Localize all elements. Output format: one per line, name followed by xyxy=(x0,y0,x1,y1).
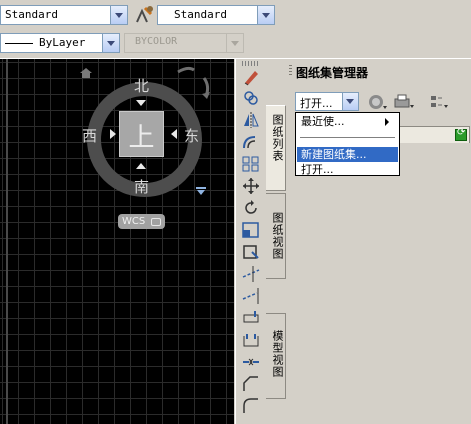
menu-item-open[interactable]: 打开... xyxy=(297,162,398,177)
panel-title-bar[interactable]: 图纸集管理器 xyxy=(288,60,471,82)
scale-icon[interactable] xyxy=(241,221,261,239)
viewcube-top-face[interactable]: 上 xyxy=(119,111,164,157)
menu-item-recent[interactable]: 最近使... xyxy=(297,114,398,129)
color-dropdown: BYCOLOR xyxy=(124,33,244,53)
rotate-icon[interactable] xyxy=(241,199,261,217)
join-icon[interactable] xyxy=(241,353,261,371)
arrow-down-icon[interactable] xyxy=(136,163,146,169)
tab-model-views-label: 模型视图 xyxy=(271,330,284,378)
sheet-set-options-icon[interactable] xyxy=(428,92,450,112)
extend-icon[interactable] xyxy=(241,287,261,305)
menu-item-new-sheet-set[interactable]: 新建图纸集... xyxy=(297,147,398,162)
break-icon[interactable] xyxy=(241,331,261,349)
properties-toolbar: ByLayer BYCOLOR xyxy=(0,30,471,58)
plot-icon[interactable] xyxy=(392,92,414,112)
stretch-icon[interactable] xyxy=(241,243,261,261)
menu-item-recent-label: 最近使... xyxy=(301,115,345,128)
erase-icon[interactable] xyxy=(241,68,261,86)
open-dropdown-value: 打开... xyxy=(300,97,333,110)
tab-sheet-views-label: 图纸视图 xyxy=(271,212,284,260)
chevron-down-icon[interactable] xyxy=(342,93,358,110)
offset-icon[interactable] xyxy=(241,133,261,151)
dimension-style-value: Standard xyxy=(174,8,227,21)
tab-sheet-views[interactable]: 图纸视图 xyxy=(266,193,286,279)
move-icon[interactable] xyxy=(241,177,261,195)
tab-sheet-list-label: 图纸列表 xyxy=(271,114,284,162)
trim-icon[interactable] xyxy=(241,265,261,283)
chevron-down-icon[interactable] xyxy=(257,6,274,24)
copy-icon[interactable] xyxy=(241,89,261,107)
compass-west[interactable]: 西 xyxy=(82,125,97,146)
tab-model-views[interactable]: 模型视图 xyxy=(266,313,286,399)
sheet-list-header xyxy=(393,126,470,144)
wcs-label: WCS xyxy=(122,216,146,227)
home-icon[interactable] xyxy=(79,67,93,79)
styles-toolbar: Standard Standard xyxy=(0,0,471,30)
menu-item-open-label: 打开... xyxy=(301,163,334,176)
refresh-icon[interactable] xyxy=(455,127,467,141)
viewcube-face-label: 上 xyxy=(128,123,155,153)
text-style-dropdown[interactable]: Standard xyxy=(0,5,128,25)
modify-toolbar xyxy=(235,59,266,424)
mirror-icon[interactable] xyxy=(241,111,261,129)
sheet-list-area[interactable] xyxy=(298,143,470,423)
linetype-value: ByLayer xyxy=(39,36,86,49)
menu-item-new-label: 新建图纸集... xyxy=(301,148,367,161)
linetype-sample-line xyxy=(5,43,33,44)
toolbar-grip[interactable] xyxy=(242,61,260,66)
panel-title: 图纸集管理器 xyxy=(296,66,369,80)
break-at-point-icon[interactable] xyxy=(241,309,261,327)
wcs-menu-button[interactable]: WCS xyxy=(118,214,165,229)
chevron-down-icon[interactable] xyxy=(102,34,119,52)
publish-icon[interactable] xyxy=(367,92,389,112)
compass-east[interactable]: 东 xyxy=(184,125,199,146)
tab-sheet-list[interactable]: 图纸列表 xyxy=(266,105,286,191)
dimension-style-dropdown[interactable]: Standard xyxy=(157,5,275,25)
compass-north[interactable]: 北 xyxy=(134,75,149,96)
compass-south[interactable]: 南 xyxy=(134,176,149,197)
array-icon[interactable] xyxy=(241,155,261,173)
sheet-set-open-dropdown[interactable]: 打开... xyxy=(295,92,359,111)
chevron-down-icon xyxy=(226,34,243,52)
drawing-canvas[interactable]: 上 北 南 西 东 WCS xyxy=(0,59,234,424)
arrow-up-icon[interactable] xyxy=(136,100,146,106)
text-style-manager-icon[interactable] xyxy=(133,5,155,25)
linetype-dropdown[interactable]: ByLayer xyxy=(0,33,120,53)
canvas-edge-line xyxy=(6,59,8,424)
open-dropdown-menu: 最近使... 新建图纸集... 打开... xyxy=(295,112,400,176)
submenu-arrow-icon xyxy=(385,118,389,126)
arrow-right-icon[interactable] xyxy=(171,129,177,139)
fillet-icon[interactable] xyxy=(241,397,261,415)
arrow-left-icon[interactable] xyxy=(110,129,116,139)
title-grip[interactable] xyxy=(289,65,292,77)
chevron-down-icon[interactable] xyxy=(110,6,127,24)
color-value: BYCOLOR xyxy=(135,36,178,47)
text-style-value: Standard xyxy=(5,8,58,21)
viewcube-menu-icon[interactable] xyxy=(196,185,206,195)
chamfer-icon[interactable] xyxy=(241,375,261,393)
menu-separator xyxy=(300,137,395,138)
